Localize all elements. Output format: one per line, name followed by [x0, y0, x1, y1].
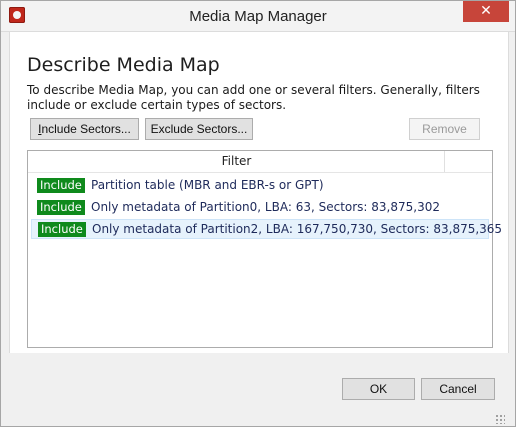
media-map-manager-window: Media Map Manager ✕ Describe Media Map T… — [0, 0, 516, 427]
remove-button[interactable]: Remove — [409, 118, 480, 140]
include-sectors-button[interactable]: Include Sectors... — [30, 118, 139, 140]
filter-list[interactable]: Filter Include Partition table (MBR and … — [27, 150, 502, 348]
dialog-footer: OK Cancel — [9, 353, 507, 426]
include-badge: Include — [37, 200, 85, 215]
include-sectors-label: nclude Sectors... — [41, 122, 131, 136]
filter-row-selected[interactable]: Include Only metadata of Partition2, LBA… — [31, 219, 502, 239]
dialog-content: Describe Media Map To describe Media Map… — [9, 32, 509, 353]
exclude-sectors-button[interactable]: Exclude Sectors... — [145, 118, 253, 140]
window-title: Media Map Manager — [189, 8, 327, 25]
filter-row-text: Only metadata of Partition2, LBA: 167,75… — [92, 222, 503, 236]
filter-row[interactable]: Include Partition table (MBR and EBR-s o… — [31, 176, 489, 196]
page-title: Describe Media Map — [27, 54, 220, 76]
close-button[interactable]: ✕ — [463, 1, 509, 22]
close-icon: ✕ — [480, 3, 492, 19]
filter-row-text: Only metadata of Partition0, LBA: 63, Se… — [91, 200, 440, 214]
ok-button[interactable]: OK — [342, 378, 415, 400]
resize-grip-icon[interactable] — [495, 414, 505, 424]
filter-row[interactable]: Include Only metadata of Partition0, LBA… — [31, 198, 489, 218]
filter-column-header[interactable]: Filter — [28, 151, 492, 173]
filter-column-label: Filter — [221, 154, 252, 168]
include-badge: Include — [37, 178, 85, 193]
cancel-button[interactable]: Cancel — [421, 378, 495, 400]
title-bar[interactable]: Media Map Manager ✕ — [1, 1, 515, 32]
include-badge: Include — [38, 222, 86, 237]
column-divider[interactable] — [444, 151, 445, 172]
description-text: To describe Media Map, you can add one o… — [27, 83, 480, 112]
filter-row-text: Partition table (MBR and EBR-s or GPT) — [91, 178, 324, 192]
